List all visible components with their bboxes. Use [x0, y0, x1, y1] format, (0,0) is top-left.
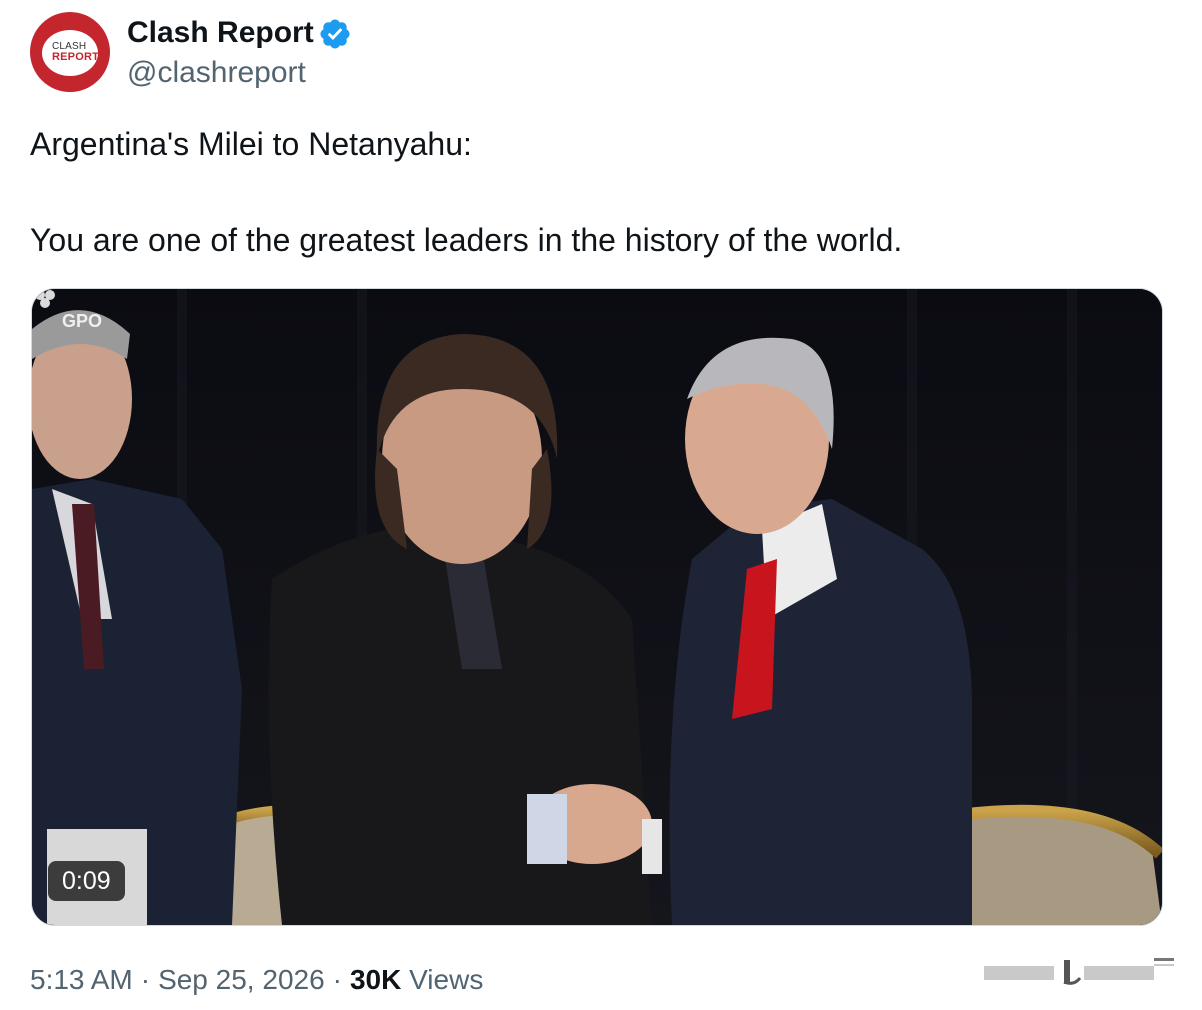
corner-watermark-icon	[984, 958, 1174, 985]
video-thumbnail	[32, 289, 1162, 925]
views-count: 30K	[349, 964, 402, 995]
video-watermark: GPO	[62, 311, 103, 331]
tweet-text-line: You are one of the greatest leaders in t…	[30, 222, 903, 258]
tweet-metadata: 5:13 AM · Sep 25, 2026 · 30K Views	[30, 960, 483, 1000]
account-handle[interactable]: @clashreport	[127, 54, 306, 92]
verified-badge-icon	[320, 19, 350, 49]
tweet-time[interactable]: 5:13 AM	[30, 964, 133, 995]
display-name[interactable]: Clash Report	[127, 14, 314, 52]
tweet-text: Argentina's Milei to Netanyahu: You are …	[30, 124, 1170, 260]
separator: ·	[140, 964, 151, 995]
profile-avatar[interactable]: CLASH REPORT	[30, 12, 110, 92]
video-duration-badge: 0:09	[48, 861, 125, 901]
views-label: Views	[409, 964, 484, 995]
avatar-logo-line2: REPORT	[52, 51, 100, 63]
tweet-text-line: Argentina's Milei to Netanyahu:	[30, 126, 472, 162]
tweet: CLASH REPORT Clash Report @clashreport A…	[0, 0, 1202, 1010]
gpo-logo-icon	[35, 290, 55, 308]
separator: ·	[332, 964, 342, 995]
avatar-logo-text: CLASH REPORT	[52, 42, 112, 63]
tweet-date[interactable]: Sep 25, 2026	[158, 964, 325, 995]
video-player[interactable]: GPO 0:09	[31, 288, 1163, 926]
